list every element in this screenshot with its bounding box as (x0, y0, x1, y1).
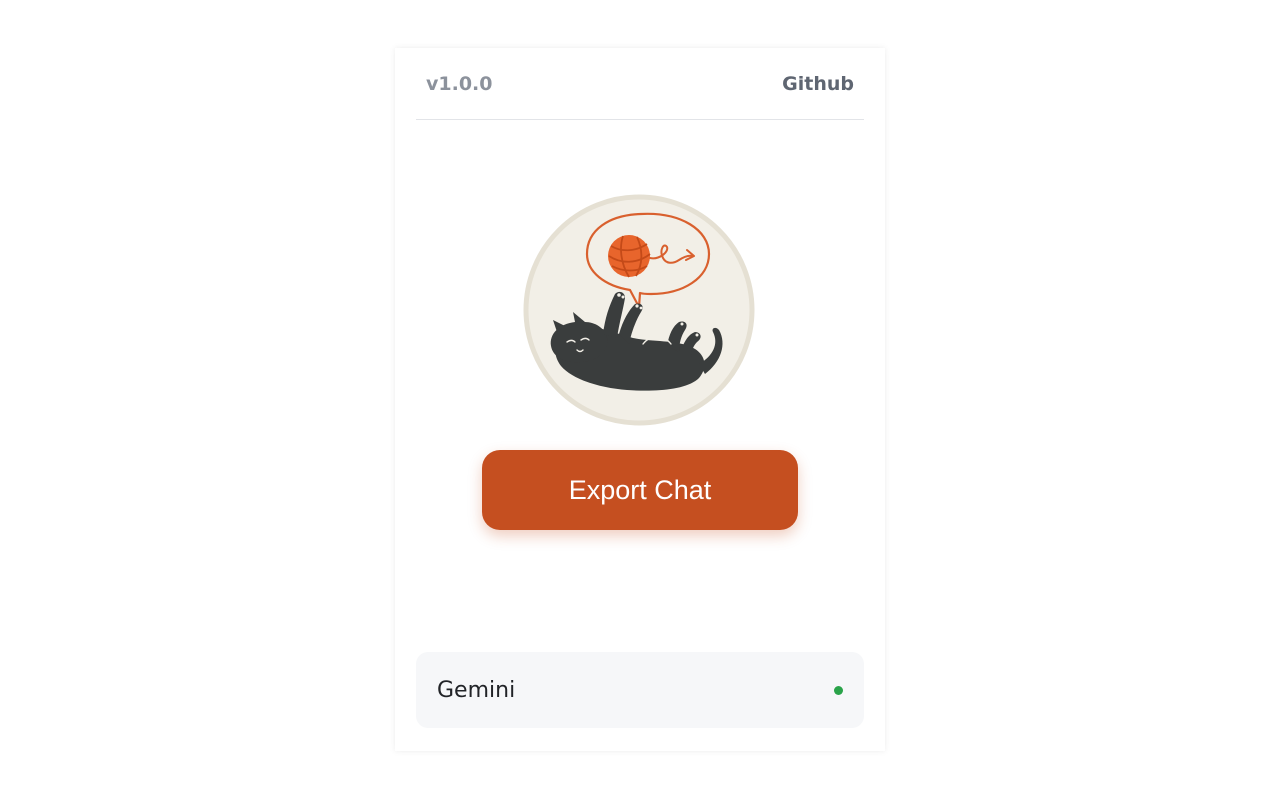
platform-status-card: Gemini (416, 652, 864, 728)
popup-header: v1.0.0 Github (416, 48, 864, 120)
github-link[interactable]: Github (782, 73, 854, 95)
version-label: v1.0.0 (426, 72, 493, 95)
export-chat-button[interactable]: Export Chat (482, 450, 798, 530)
logo-graphic (523, 194, 755, 426)
platform-name: Gemini (437, 677, 516, 703)
cat-yarn-logo-icon (523, 194, 755, 426)
status-dot-icon (834, 685, 843, 695)
extension-popup: v1.0.0 Github Export Chat Gemini (395, 48, 885, 751)
yarn-ball-icon (608, 235, 651, 278)
